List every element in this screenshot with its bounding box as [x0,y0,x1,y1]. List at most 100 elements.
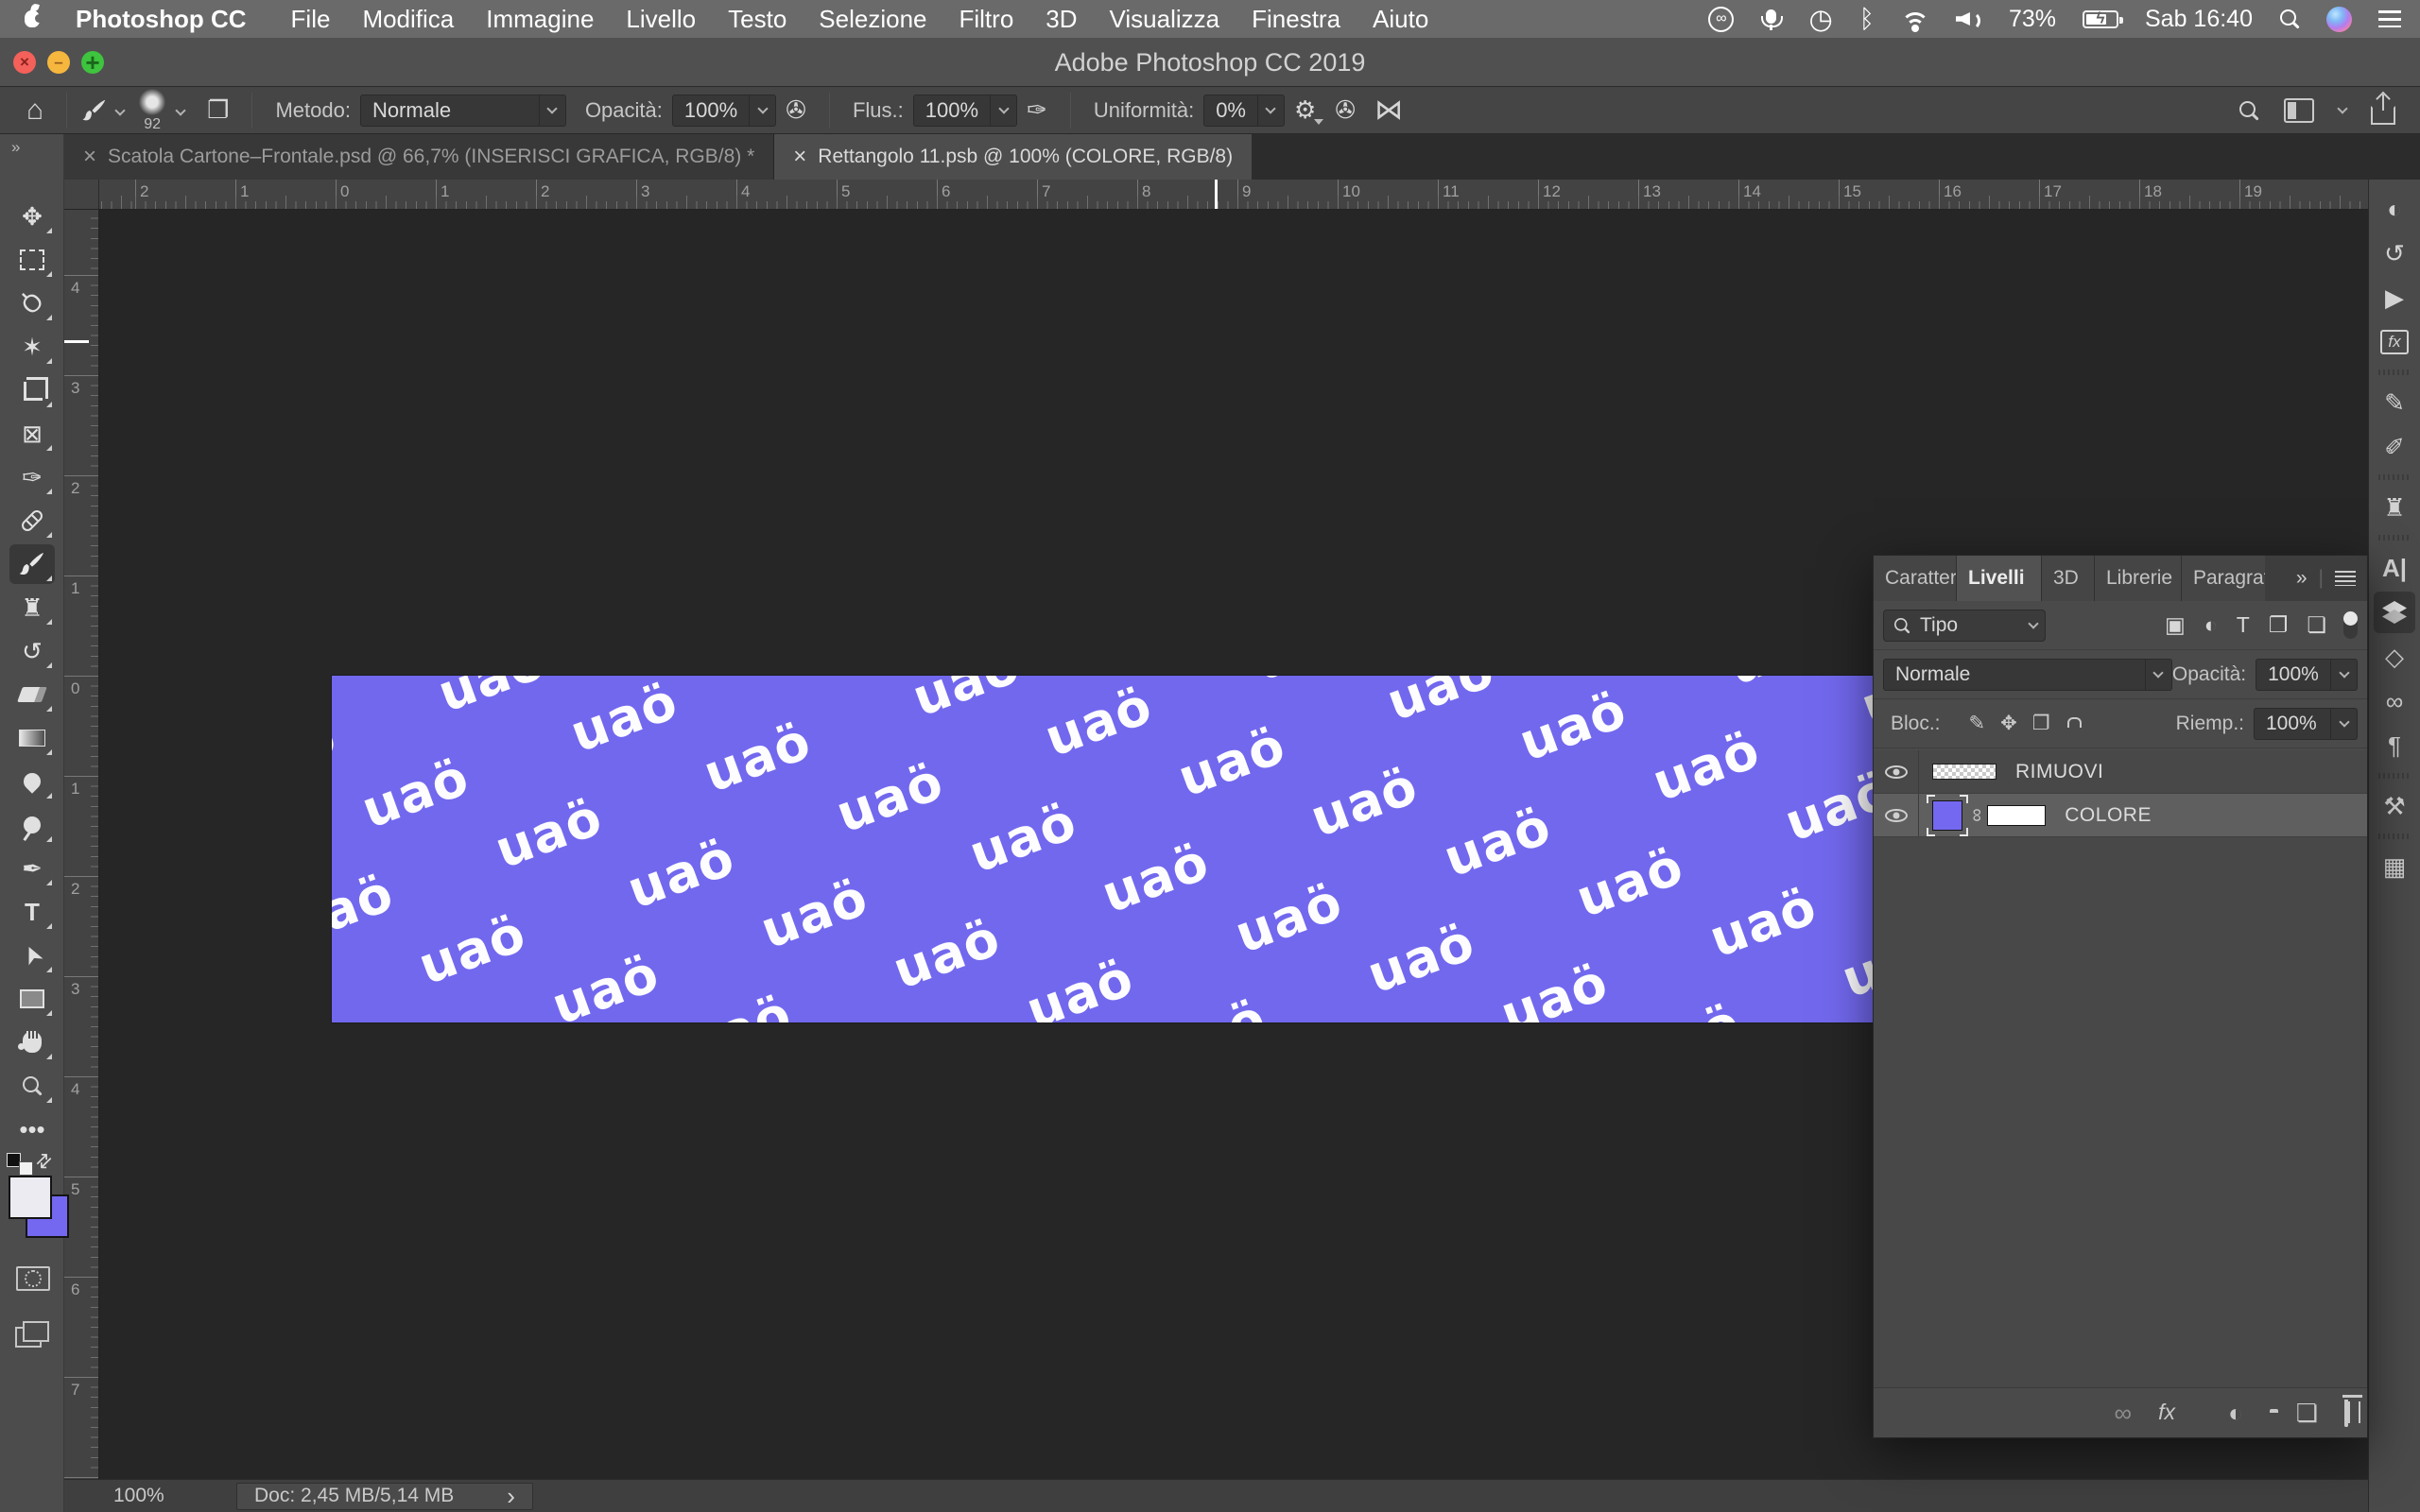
toggle-brush-settings-icon[interactable]: ❐ [207,95,229,125]
apple-icon[interactable] [25,10,40,27]
share-icon[interactable] [2371,106,2395,125]
siri-icon[interactable] [2326,7,2352,32]
layer-mask-thumbnail[interactable] [1987,805,2046,826]
adjustment-layer-filter-icon[interactable]: ◐ [2204,612,2218,638]
brush-preset-picker[interactable]: 92 [139,89,165,132]
menu-item-3d[interactable]: 3D [1029,5,1093,34]
status-options-chevron-icon[interactable]: › [507,1482,515,1511]
time-machine-icon[interactable]: ◷ [1808,3,1832,36]
canvas[interactable]: uaöuaöuaöuaöuaöuaöuaöuaöuaöuaöuaöuaöuaöu… [332,676,1873,1022]
foreground-color-swatch[interactable] [9,1176,52,1219]
pen-tool[interactable]: ✒ [9,849,55,888]
app-menu[interactable]: Photoshop CC [62,5,260,34]
zoom-level-field[interactable]: 100% [113,1485,199,1507]
creative-cloud-icon[interactable]: ∞ [1708,7,1734,32]
filter-toggle-switch[interactable] [2343,612,2358,639]
menubar-clock[interactable]: Sab 16:40 [2145,6,2253,33]
eyedropper-tool[interactable]: ✑ [9,457,55,497]
rectangle-tool[interactable] [9,979,55,1019]
layer-opacity-field[interactable]: 100% [2256,659,2358,691]
workspace-switcher-icon[interactable] [2284,98,2314,123]
lasso-tool[interactable]: Ϙ [9,284,55,323]
layer-name[interactable]: COLORE [2065,804,2152,827]
eraser-tool[interactable] [9,675,55,714]
wifi-icon[interactable] [1901,9,1929,29]
smoothing-pressure-icon[interactable]: ✇ [1335,95,1356,125]
lock-pixels-icon[interactable]: ✎ [1969,712,1986,735]
layer-style-icon[interactable]: fx [2158,1400,2175,1426]
symmetry-butterfly-icon[interactable]: ⋈ [1374,94,1403,127]
battery-icon[interactable]: ϟ [2083,10,2118,28]
opacity-pressure-icon[interactable]: ✇ [786,95,806,125]
menu-item-selezione[interactable]: Selezione [803,5,942,34]
new-layer-icon[interactable]: ❏ [2296,1399,2318,1428]
volume-icon[interactable] [1956,9,1982,28]
smoothing-field[interactable]: 0% [1203,94,1285,127]
smart-object-filter-icon[interactable]: ❏ [2307,612,2326,638]
quick-mask-button[interactable] [16,1266,50,1291]
close-tab-icon[interactable]: × [83,146,96,168]
mask-link-icon[interactable]: ∞ [1966,808,1988,821]
ruler-corner[interactable] [64,180,99,210]
layer-thumbnail[interactable] [1932,764,1996,780]
brush-settings-panel-icon[interactable]: ✎ [2374,382,2415,423]
airbrush-icon[interactable]: ✑ [1027,95,1047,125]
layer-row-rimuovi[interactable]: RIMUOVI [1874,750,2367,794]
shape-layer-filter-icon[interactable]: ❐ [2269,612,2289,638]
clone-stamp-tool[interactable]: ♜ [9,588,55,627]
menu-item-immagine[interactable]: Immagine [470,5,610,34]
brush-tool[interactable] [9,544,55,584]
layer-visibility-toggle[interactable] [1874,750,1919,793]
lock-artboard-icon[interactable]: ❐ [2032,712,2050,735]
layer-thumbnail[interactable] [1927,795,1968,836]
brush-tool-chevron-icon[interactable] [114,105,125,115]
layer-blend-mode-select[interactable]: Normale [1883,659,2172,691]
opacity-field[interactable]: 100% [672,94,776,127]
close-tab-icon[interactable]: × [793,146,806,168]
more-panels-icon[interactable]: » [2296,567,2308,590]
paragraph-panel-icon[interactable]: ¶ [2374,725,2415,766]
menu-item-aiuto[interactable]: Aiuto [1357,5,1444,34]
hand-tool[interactable] [9,1022,55,1062]
menu-item-finestra[interactable]: Finestra [1236,5,1357,34]
type-tool[interactable]: T [9,892,55,932]
delete-layer-icon[interactable] [2344,1400,2348,1426]
layer-row-colore[interactable]: ∞ COLORE [1874,794,2367,837]
marquee-tool[interactable] [9,240,55,280]
move-tool[interactable]: ✥ [9,197,55,236]
blur-tool[interactable] [9,762,55,801]
horizontal-ruler[interactable]: 21012345678910111213141516171819 [99,180,2368,210]
document-tab-inactive[interactable]: × Scatola Cartone–Frontale.psd @ 66,7% (… [64,134,774,180]
document-tab-active[interactable]: × Rettangolo 11.psb @ 100% (COLORE, RGB/… [774,134,1252,180]
workspace-chevron-icon[interactable] [2337,103,2347,113]
default-colors-icon[interactable] [7,1153,33,1176]
character-panel-icon[interactable]: A| [2374,547,2415,589]
new-adjustment-layer-icon[interactable]: ◐ [2228,1399,2243,1428]
libraries-panel-icon[interactable]: ∞ [2374,680,2415,722]
clone-source-panel-icon[interactable]: ♜ [2374,487,2415,528]
frame-tool[interactable]: ⊠ [9,414,55,454]
panel-menu-icon[interactable] [2335,571,2356,586]
menu-item-testo[interactable]: Testo [712,5,803,34]
type-layer-filter-icon[interactable]: T [2237,612,2250,638]
tab-carattere[interactable]: Carattere [1874,556,1957,601]
actions-panel-icon[interactable]: ▶ [2374,277,2415,318]
flow-field[interactable]: 100% [913,94,1017,127]
menu-item-file[interactable]: File [275,5,347,34]
dodge-tool[interactable] [9,805,55,845]
layer-filter-select[interactable]: Tipo [1883,610,2046,642]
bluetooth-icon[interactable]: ᛒ [1859,5,1875,34]
crop-tool[interactable] [9,370,55,410]
edit-toolbar[interactable]: ••• [9,1109,55,1149]
path-selection-tool[interactable]: ➤ [9,936,55,975]
menu-item-visualizza[interactable]: Visualizza [1094,5,1236,34]
tab-librerie[interactable]: Librerie [2095,556,2182,601]
tab-paragrafo[interactable]: Paragrafo [2182,556,2265,601]
history-brush-tool[interactable]: ↺ [9,631,55,671]
spotlight-icon[interactable] [2279,9,2300,29]
menu-item-filtro[interactable]: Filtro [943,5,1030,34]
styles-panel-icon[interactable]: fx [2374,321,2415,363]
properties-panel-icon[interactable]: ▦ [2374,846,2415,887]
lock-position-icon[interactable]: ✥ [2000,712,2017,735]
menu-item-livello[interactable]: Livello [610,5,712,34]
